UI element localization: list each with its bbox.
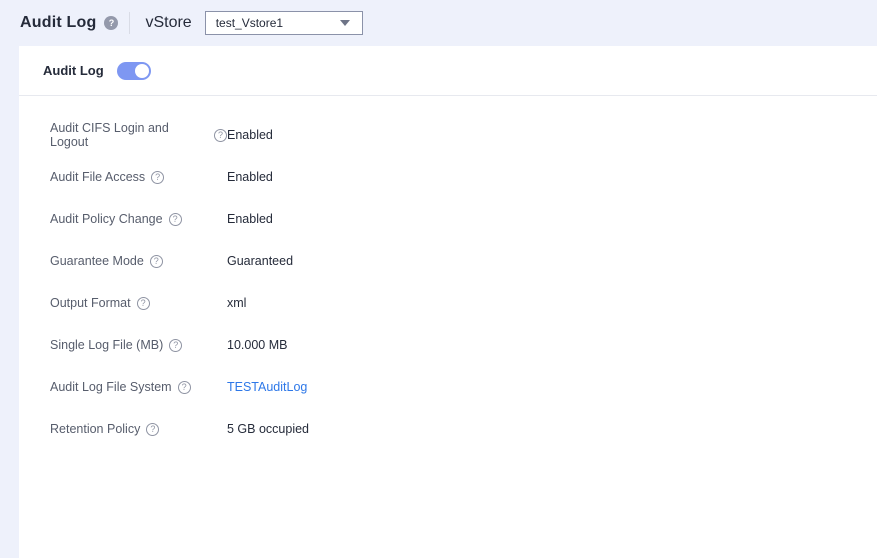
row-label-wrap: Audit File Access (50, 170, 227, 184)
row-value: Enabled (227, 212, 273, 226)
help-icon[interactable] (146, 423, 159, 436)
row-label-wrap: Guarantee Mode (50, 254, 227, 268)
row-label-wrap: Output Format (50, 296, 227, 310)
help-icon[interactable] (150, 255, 163, 268)
page-title-help-icon[interactable] (104, 16, 118, 30)
row-label-wrap: Audit Log File System (50, 380, 227, 394)
setting-row-audit-file-access: Audit File Access Enabled (50, 168, 877, 186)
chevron-down-icon (340, 20, 350, 26)
page-header: Audit Log vStore test_Vstore1 (0, 0, 877, 46)
audit-log-panel: Audit Log Audit CIFS Login and Logout En… (19, 46, 877, 558)
audit-log-file-system-link[interactable]: TESTAuditLog (227, 380, 307, 394)
help-icon[interactable] (169, 213, 182, 226)
row-label-wrap: Retention Policy (50, 422, 227, 436)
help-icon[interactable] (151, 171, 164, 184)
row-label: Output Format (50, 296, 131, 310)
audit-log-toggle-label: Audit Log (43, 63, 104, 78)
vstore-label: vStore (145, 14, 191, 32)
audit-log-toggle[interactable] (117, 62, 151, 80)
help-icon[interactable] (178, 381, 191, 394)
row-label: Audit Log File System (50, 380, 172, 394)
header-divider (129, 12, 130, 34)
row-value: xml (227, 296, 246, 310)
setting-row-single-log-file: Single Log File (MB) 10.000 MB (50, 336, 877, 354)
row-label: Retention Policy (50, 422, 140, 436)
vstore-selected-value: test_Vstore1 (216, 16, 283, 30)
help-icon[interactable] (214, 129, 227, 142)
setting-row-guarantee-mode: Guarantee Mode Guaranteed (50, 252, 877, 270)
row-label: Guarantee Mode (50, 254, 144, 268)
help-icon[interactable] (137, 297, 150, 310)
row-value: 5 GB occupied (227, 422, 309, 436)
row-label: Audit CIFS Login and Logout (50, 121, 208, 149)
row-value: 10.000 MB (227, 338, 287, 352)
row-value: Enabled (227, 128, 273, 142)
vstore-select[interactable]: test_Vstore1 (205, 11, 363, 35)
row-label-wrap: Audit CIFS Login and Logout (50, 121, 227, 149)
settings-list: Audit CIFS Login and Logout Enabled Audi… (19, 96, 877, 438)
row-label-wrap: Audit Policy Change (50, 212, 227, 226)
row-value: Guaranteed (227, 254, 293, 268)
setting-row-audit-cifs-login-logout: Audit CIFS Login and Logout Enabled (50, 126, 877, 144)
setting-row-audit-log-file-system: Audit Log File System TESTAuditLog (50, 378, 877, 396)
setting-row-output-format: Output Format xml (50, 294, 877, 312)
row-label-wrap: Single Log File (MB) (50, 338, 227, 352)
toggle-knob (135, 64, 149, 78)
panel-header: Audit Log (19, 46, 877, 96)
page-title: Audit Log (20, 14, 96, 32)
setting-row-audit-policy-change: Audit Policy Change Enabled (50, 210, 877, 228)
row-label: Audit Policy Change (50, 212, 163, 226)
row-label: Audit File Access (50, 170, 145, 184)
setting-row-retention-policy: Retention Policy 5 GB occupied (50, 420, 877, 438)
row-label: Single Log File (MB) (50, 338, 163, 352)
row-value: Enabled (227, 170, 273, 184)
help-icon[interactable] (169, 339, 182, 352)
